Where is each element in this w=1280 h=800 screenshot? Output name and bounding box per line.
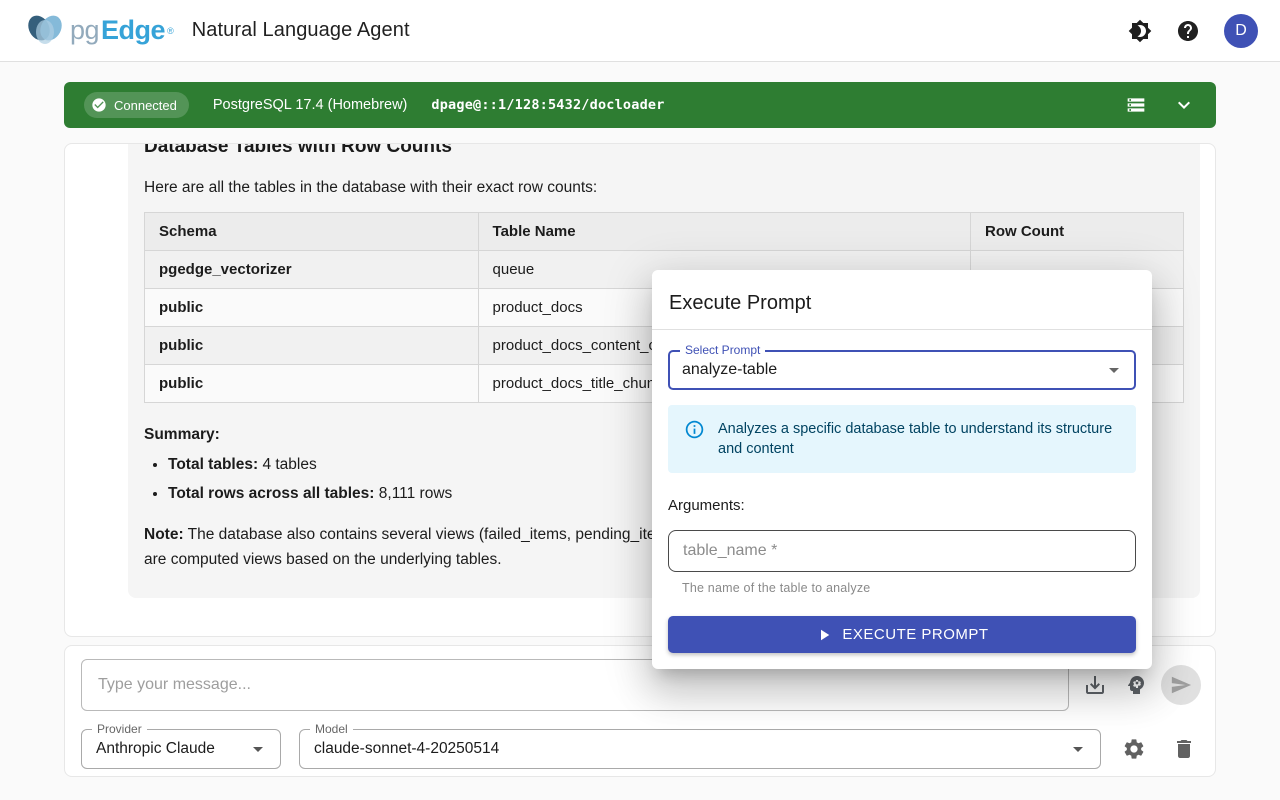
connection-status-label: Connected [114, 98, 177, 113]
column-header-schema: Schema [145, 213, 479, 251]
check-circle-icon [91, 97, 107, 113]
theme-toggle-button[interactable] [1128, 19, 1152, 43]
column-header-row-count: Row Count [971, 213, 1184, 251]
prompt-select-label: Select Prompt [680, 343, 765, 357]
send-icon [1170, 674, 1192, 696]
table-name-input[interactable] [668, 530, 1136, 572]
storage-icon [1126, 95, 1146, 115]
prompt-select-value: analyze-table [682, 361, 1102, 379]
export-chat-button[interactable] [1083, 673, 1107, 697]
send-button[interactable] [1161, 665, 1201, 705]
connection-string: dpage@::1/128:5432/docloader [431, 97, 664, 113]
model-select-value: claude-sonnet-4-20250514 [314, 740, 1066, 758]
connection-details-button[interactable] [1126, 95, 1146, 115]
provider-select-label: Provider [92, 722, 147, 736]
user-avatar[interactable]: D [1224, 14, 1258, 48]
trash-icon [1172, 737, 1196, 761]
summary-item-label: Total rows across all tables: [168, 485, 374, 502]
cell-schema: public [145, 327, 479, 365]
model-select[interactable]: Model claude-sonnet-4-20250514 [299, 729, 1101, 769]
psychology-icon [1124, 673, 1148, 697]
summary-item-value: 4 tables [262, 456, 316, 473]
arrow-dropdown-icon [1102, 358, 1126, 382]
download-icon [1083, 673, 1107, 697]
message-intro-text: Here are all the tables in the database … [144, 179, 1184, 197]
prompt-description-text: Analyzes a specific database table to un… [718, 419, 1120, 459]
page-title: Natural Language Agent [192, 19, 410, 42]
execute-prompt-dialog: Execute Prompt Select Prompt analyze-tab… [652, 270, 1152, 669]
table-header-row: Schema Table Name Row Count [145, 213, 1184, 251]
pgedge-logo: pgEdge® [22, 11, 174, 51]
cell-schema: public [145, 365, 479, 403]
summary-item-value: 8,111 rows [379, 485, 453, 502]
message-heading: Database Tables with Row Counts [144, 143, 1184, 158]
column-header-table-name: Table Name [478, 213, 970, 251]
execute-prompt-button-label: EXECUTE PROMPT [842, 626, 988, 643]
ai-tools-button[interactable] [1124, 673, 1148, 697]
arrow-dropdown-icon [1066, 737, 1090, 761]
connection-status-badge: Connected [84, 92, 189, 118]
clear-chat-button[interactable] [1172, 737, 1196, 761]
chevron-down-icon [1172, 93, 1196, 117]
gear-icon [1122, 737, 1146, 761]
provider-select-value: Anthropic Claude [96, 740, 246, 758]
dark-mode-icon [1128, 19, 1152, 43]
arrow-dropdown-icon [246, 737, 270, 761]
table-name-helper-text: The name of the table to analyze [682, 581, 1136, 595]
provider-select[interactable]: Provider Anthropic Claude [81, 729, 281, 769]
note-label: Note: [144, 526, 184, 543]
help-icon [1176, 19, 1200, 43]
execute-prompt-button[interactable]: EXECUTE PROMPT [668, 616, 1136, 653]
pgedge-logo-mark-icon [22, 11, 68, 51]
logo-registered-mark: ® [167, 26, 174, 36]
play-icon [815, 626, 833, 644]
server-version-label: PostgreSQL 17.4 (Homebrew) [213, 97, 408, 113]
dialog-title: Execute Prompt [652, 270, 1152, 329]
connection-bar: Connected PostgreSQL 17.4 (Homebrew) dpa… [64, 82, 1216, 128]
summary-item-label: Total tables: [168, 456, 258, 473]
logo-text-edge: Edge [101, 15, 165, 46]
app-header: pgEdge® Natural Language Agent D [0, 0, 1280, 62]
cell-schema: public [145, 289, 479, 327]
model-select-label: Model [310, 722, 353, 736]
prompt-select[interactable]: Select Prompt analyze-table [668, 350, 1136, 390]
arguments-label: Arguments: [668, 497, 1136, 514]
cell-schema: pgedge_vectorizer [145, 251, 479, 289]
prompt-description-alert: Analyzes a specific database table to un… [668, 405, 1136, 473]
logo-text-pg: pg [70, 15, 99, 46]
settings-button[interactable] [1122, 737, 1146, 761]
connection-collapse-button[interactable] [1172, 93, 1196, 117]
help-button[interactable] [1176, 19, 1200, 43]
info-icon [684, 419, 705, 459]
